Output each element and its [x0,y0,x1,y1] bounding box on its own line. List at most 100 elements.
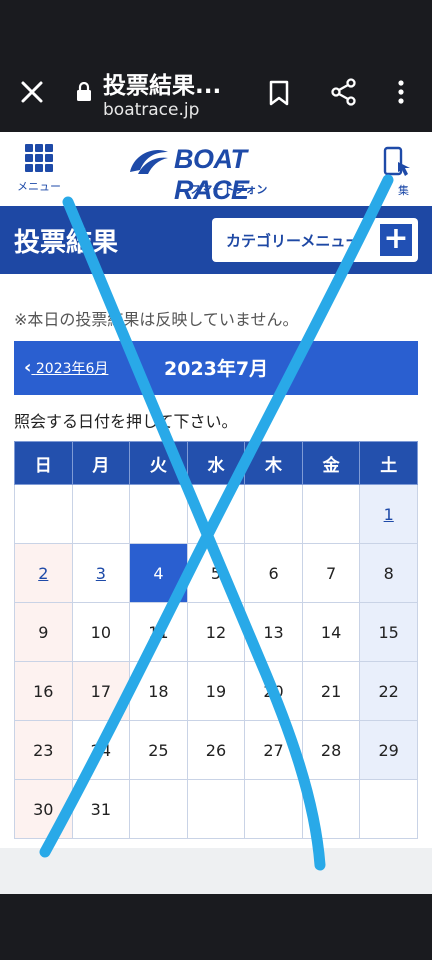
more-options-icon[interactable] [392,78,410,106]
grid-menu-icon [25,144,53,172]
current-month: 2023年7月 [164,358,269,380]
calendar-day: 15 [359,602,418,662]
bookmark-icon[interactable] [268,80,290,106]
calendar-day-label: 3 [95,563,106,583]
calendar-day[interactable]: 2 [14,543,73,603]
calendar-day-label: 1 [383,504,394,524]
calendar-empty-cell [71,484,131,544]
calendar-week-row: 16 17 18 19 20 21 22 [14,661,418,721]
calendar-day: 28 [301,720,361,780]
calendar-day-label: 15 [378,622,399,642]
calendar-day-label: 26 [205,740,227,760]
url-domain[interactable]: boatrace.jp [103,100,199,120]
calendar-day: 11 [129,602,188,662]
calendar-day: 20 [244,661,303,721]
weekday-header: 日 [14,441,73,485]
calendar-week-row: 9 10 11 12 13 14 15 [14,602,418,662]
chevron-left-icon: ‹ [24,357,32,378]
calendar-day-label: 22 [378,681,399,701]
calendar-day: 24 [71,720,131,780]
weekday-header: 金 [301,441,361,485]
share-icon[interactable] [330,78,358,106]
instruction-text: 照会する日付を押して下さい。 [14,412,238,431]
phone-button[interactable]: 集 [378,146,418,200]
calendar-day-label: 9 [38,622,49,642]
calendar-day-label: 23 [33,740,54,760]
calendar-day-label: 5 [210,563,222,583]
calendar-day: 6 [244,543,303,603]
calendar-day-label: 25 [148,740,169,760]
calendar-day[interactable]: 4 [129,543,188,603]
calendar-empty-cell [129,484,188,544]
calendar-day-label: 13 [263,622,284,642]
calendar-empty-cell [301,779,361,839]
page-footer-band [0,848,432,894]
calendar-day-label: 30 [33,799,54,819]
calendar-empty-cell [186,779,246,839]
calendar-empty-cell [244,484,303,544]
calendar-empty-cell [129,779,188,839]
calendar-day-label: 16 [33,681,54,701]
weekday-header: 火 [129,441,188,485]
status-bar [0,0,432,52]
calendar-day-label: 24 [90,740,112,760]
calendar-day-label: 17 [90,681,112,701]
calendar-day[interactable]: 3 [71,543,131,603]
calendar-day: 9 [14,602,73,662]
calendar-week-row: 1 [14,484,418,544]
calendar-day: 17 [71,661,131,721]
calendar-day-label: 18 [148,681,169,701]
boat-race-logo[interactable]: BOAT RACE スマートフォン [126,144,306,205]
calendar-day-label: 20 [263,681,284,701]
calendar-day: 26 [186,720,246,780]
calendar-day-label: 27 [263,740,284,760]
menu-button[interactable]: メニュー [10,144,68,200]
web-page: メニュー BOAT RACE スマートフォン 集 投票結果 カテゴリーメニュー … [0,132,432,894]
calendar-day-label: 21 [320,681,342,701]
calendar-day: 8 [359,543,418,603]
lock-icon [77,82,91,101]
menu-label: メニュー [17,180,61,193]
weekday-header: 木 [244,441,303,485]
calendar-day: 12 [186,602,246,662]
calendar-day-label: 2 [38,563,49,583]
calendar-week-row: 2 3 4 5 6 7 8 [14,543,418,603]
calendar-empty-cell [359,779,418,839]
calendar-day: 7 [301,543,361,603]
calendar-empty-cell [14,484,73,544]
calendar-day-label: 28 [320,740,342,760]
calendar-day: 31 [71,779,131,839]
calendar-day: 16 [14,661,73,721]
calendar-day-label: 19 [205,681,227,701]
prev-month-label: 2023年6月 [35,361,109,377]
weekday-header: 水 [186,441,246,485]
calendar-week-row: 30 31 [14,779,418,839]
calendar-day-label: 12 [205,622,227,642]
calendar-day[interactable]: 1 [359,484,418,544]
calendar-empty-cell [186,484,246,544]
category-menu-button[interactable]: カテゴリーメニュー + [212,218,418,262]
calendar-day: 13 [244,602,303,662]
calendar-day-label: 14 [320,622,342,642]
calendar-day: 29 [359,720,418,780]
site-header: メニュー BOAT RACE スマートフォン 集 [0,132,432,206]
phone-tap-icon [383,146,410,176]
calendar: 日月火水木金土 1 2 3 4 5 6 7 8 9 10 11 12 13 14 15 16 17 18 19 20 2… [14,441,418,839]
phone-label: 集 [398,184,409,197]
logo-subtitle: スマートフォン [190,183,268,196]
calendar-day: 21 [301,661,361,721]
system-nav-bar [0,894,432,960]
month-navigation: ‹ 2023年6月 2023年7月 [14,341,418,395]
calendar-day: 10 [71,602,131,662]
prev-month-link[interactable]: ‹ 2023年6月 [24,357,108,378]
close-icon[interactable] [18,78,46,106]
calendar-day: 25 [129,720,188,780]
tab-title[interactable]: 投票結果... [103,66,221,100]
calendar-day: 23 [14,720,73,780]
weekday-header: 月 [71,441,131,485]
calendar-day: 18 [129,661,188,721]
calendar-day: 27 [244,720,303,780]
page-title: 投票結果 [14,228,119,258]
calendar-day-label: 31 [90,799,112,819]
calendar-day: 30 [14,779,73,839]
